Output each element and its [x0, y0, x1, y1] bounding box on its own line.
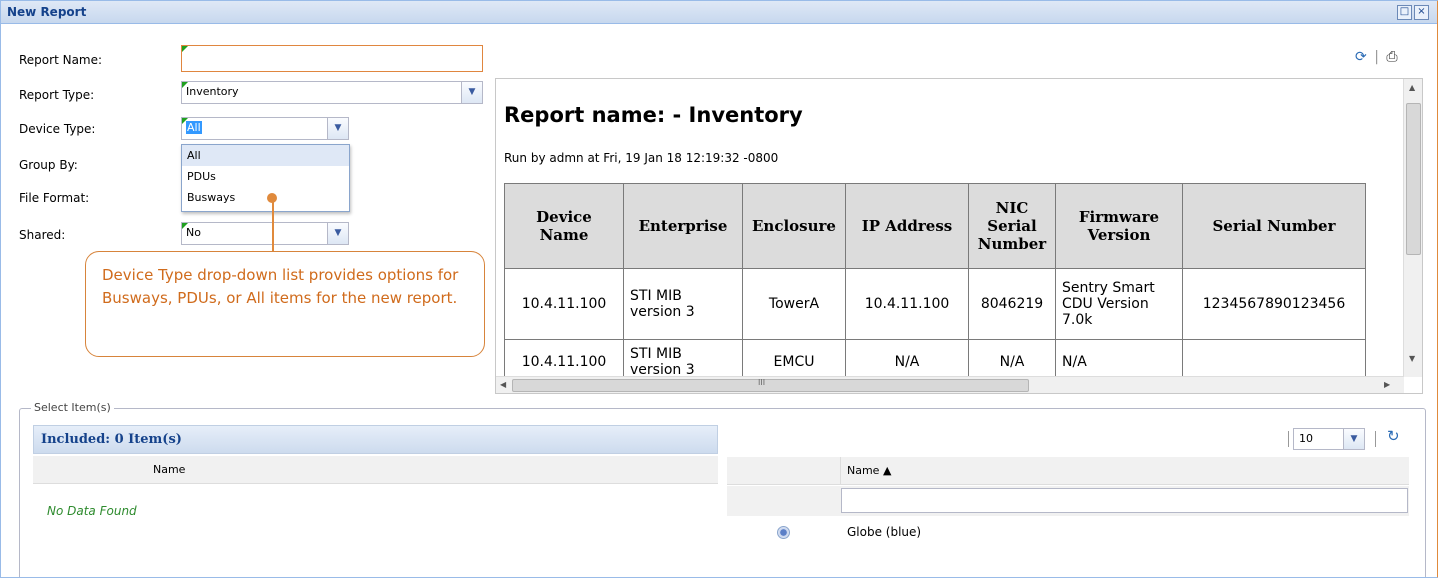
- chevron-down-icon[interactable]: ▼: [461, 82, 482, 103]
- callout-annotation: Device Type drop-down list provides opti…: [85, 251, 485, 357]
- column-header: NIC Serial Number: [968, 183, 1056, 269]
- table-header-row: Device Name Enterprise Enclosure IP Addr…: [504, 183, 1366, 269]
- close-icon[interactable]: ×: [1414, 5, 1429, 20]
- no-data-message: No Data Found: [47, 504, 137, 518]
- dropdown-option-busways[interactable]: Busways: [182, 187, 349, 208]
- report-type-label: Report Type:: [19, 88, 95, 102]
- table-cell: Sentry Smart CDU Version 7.0k: [1055, 268, 1183, 340]
- refresh-icon[interactable]: ⟳: [1355, 49, 1367, 65]
- column-header: Serial Number: [1182, 183, 1366, 269]
- item-radio-button[interactable]: [777, 526, 790, 539]
- column-header: Enterprise: [623, 183, 743, 269]
- table-cell: 10.4.11.100: [504, 268, 624, 340]
- device-type-dropdown: All PDUs Busways: [181, 144, 350, 212]
- page-size-value: 10: [1299, 432, 1313, 445]
- table-cell: STI MIB version 3: [623, 268, 743, 340]
- chevron-down-icon[interactable]: ▼: [1343, 429, 1364, 449]
- required-marker: [182, 223, 188, 229]
- vertical-scrollbar[interactable]: ▲ ▼: [1403, 79, 1422, 377]
- file-format-label: File Format:: [19, 191, 90, 205]
- shared-value: No: [186, 226, 201, 239]
- column-divider: [840, 457, 841, 485]
- scroll-up-icon[interactable]: ▲: [1409, 83, 1415, 92]
- table-cell: TowerA: [742, 268, 846, 340]
- inventory-table: Device Name Enterprise Enclosure IP Addr…: [504, 183, 1366, 385]
- required-marker: [182, 46, 188, 52]
- report-name-label: Report Name:: [19, 53, 103, 67]
- window-title: New Report: [7, 5, 87, 19]
- name-column-label: Name: [153, 463, 186, 476]
- column-header: IP Address: [845, 183, 969, 269]
- table-row: 10.4.11.100 STI MIB version 3 TowerA 10.…: [504, 268, 1366, 340]
- callout-dot: [267, 193, 277, 203]
- report-preview: Report name: - Inventory Run by admn at …: [495, 78, 1423, 394]
- window-titlebar: New Report □ ×: [1, 1, 1437, 24]
- scroll-thumb[interactable]: III: [512, 378, 1029, 392]
- restore-icon[interactable]: □: [1397, 5, 1412, 20]
- reload-icon[interactable]: ↻: [1387, 427, 1400, 445]
- report-type-combo[interactable]: Inventory ▼: [181, 81, 483, 104]
- scroll-left-icon[interactable]: ◀: [500, 380, 506, 389]
- available-column-header[interactable]: Name ▲: [727, 457, 1409, 485]
- report-title: Report name: - Inventory: [504, 103, 803, 127]
- included-column-header[interactable]: Name: [33, 456, 718, 484]
- callout-connector: [272, 197, 274, 251]
- included-panel-header: Included: 0 Item(s): [33, 425, 718, 454]
- scroll-grip: III: [758, 378, 766, 387]
- page-size-combo[interactable]: 10 ▼: [1293, 428, 1365, 450]
- required-marker: [182, 82, 188, 88]
- horizontal-scrollbar[interactable]: ◀ III ▶: [496, 376, 1404, 393]
- column-header: Device Name: [504, 183, 624, 269]
- new-report-window: New Report □ × Report Name: Report Type:…: [0, 0, 1438, 578]
- device-type-label: Device Type:: [19, 122, 96, 136]
- column-header: Firmware Version: [1055, 183, 1183, 269]
- shared-combo[interactable]: No ▼: [181, 222, 349, 245]
- preview-toolbar: ⟳ | ⎙: [1355, 49, 1398, 65]
- report-name-input[interactable]: [181, 45, 483, 72]
- shared-label: Shared:: [19, 228, 66, 242]
- table-cell: 10.4.11.100: [845, 268, 969, 340]
- dropdown-option-pdus[interactable]: PDUs: [182, 166, 349, 187]
- group-by-label: Group By:: [19, 158, 78, 172]
- toolbar-separator: [1288, 431, 1289, 447]
- column-header: Enclosure: [742, 183, 846, 269]
- name-filter-input[interactable]: [841, 488, 1408, 513]
- printer-icon[interactable]: ⎙: [1386, 49, 1397, 65]
- scroll-right-icon[interactable]: ▶: [1384, 380, 1390, 389]
- list-item[interactable]: Globe (blue): [847, 525, 921, 539]
- run-by-text: Run by admn at Fri, 19 Jan 18 12:19:32 -…: [504, 151, 779, 165]
- scroll-thumb[interactable]: [1406, 103, 1421, 255]
- required-marker: [182, 118, 188, 124]
- select-items-legend: Select Item(s): [31, 401, 114, 414]
- table-cell: 1234567890123456: [1182, 268, 1366, 340]
- name-sort-column[interactable]: Name ▲: [847, 464, 891, 477]
- toolbar-separator: |: [1374, 49, 1379, 65]
- device-type-value: All: [186, 121, 202, 134]
- table-cell: 8046219: [968, 268, 1056, 340]
- chevron-down-icon[interactable]: ▼: [327, 118, 348, 139]
- chevron-down-icon[interactable]: ▼: [327, 223, 348, 244]
- device-type-combo[interactable]: All ▼: [181, 117, 349, 140]
- report-type-value: Inventory: [186, 85, 239, 98]
- dropdown-option-all[interactable]: All: [182, 145, 349, 166]
- scroll-down-icon[interactable]: ▼: [1409, 354, 1415, 363]
- toolbar-separator: [1375, 431, 1376, 447]
